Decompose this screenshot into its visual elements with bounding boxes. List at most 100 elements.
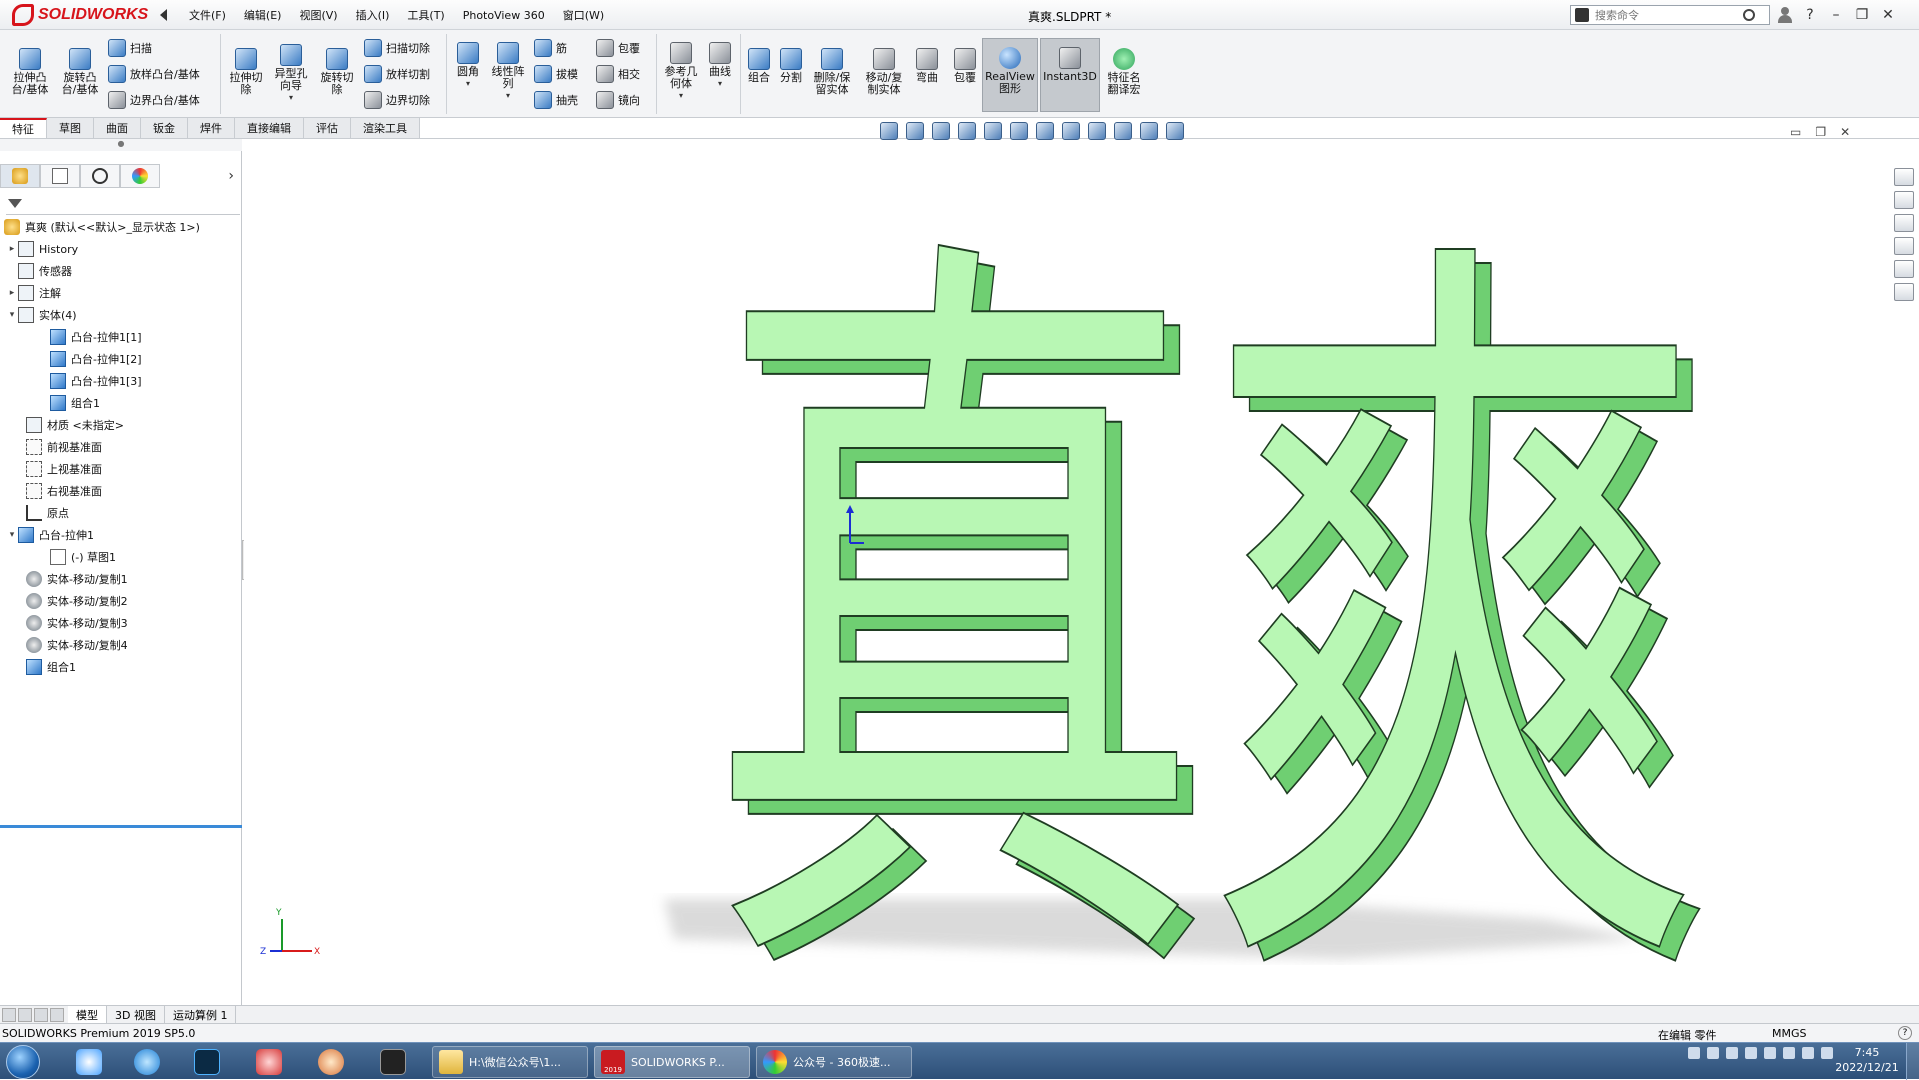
menu-tools[interactable]: 工具(T)	[398, 7, 453, 23]
menu-collapse-arrow-icon[interactable]	[160, 9, 167, 21]
revolve-boss-button[interactable]: 旋转凸台/基体	[58, 48, 102, 96]
display-style-icon[interactable]	[1036, 122, 1054, 140]
tab-3d-views[interactable]: 3D 视图	[107, 1006, 165, 1023]
taskbar-task-browser[interactable]: 公众号 - 360极速...	[756, 1046, 912, 1078]
taskbar-pinned-app6[interactable]	[372, 1046, 414, 1078]
search-icon[interactable]	[1743, 9, 1755, 21]
first-tab-icon[interactable]	[2, 1007, 16, 1022]
restore-button[interactable]: ❐	[1854, 7, 1870, 23]
swept-cut-button[interactable]: 扫描切除	[364, 38, 430, 58]
tree-move-4[interactable]: 实体-移动/复制4	[26, 635, 128, 655]
combine-button[interactable]: 组合	[744, 48, 774, 84]
tree-history[interactable]: ▸ History	[6, 239, 78, 259]
dropdown-arrow-icon[interactable]: ▾	[289, 92, 293, 104]
tab-render-tools[interactable]: 渲染工具	[351, 118, 420, 138]
minimize-button[interactable]: –	[1828, 7, 1844, 23]
viewport-close-icon[interactable]: ✕	[1840, 125, 1850, 139]
shell-button[interactable]: 抽壳	[534, 90, 578, 110]
custom-properties-icon[interactable]	[1894, 283, 1914, 301]
extrude-boss-button[interactable]: 拉伸凸台/基体	[8, 48, 52, 96]
boundary-cut-button[interactable]: 边界切除	[364, 90, 430, 110]
more-tabs-chevron-icon[interactable]: ›	[228, 168, 234, 184]
tree-boss-extrude[interactable]: ▾ 凸台-拉伸1	[6, 525, 94, 545]
taskbar-pinned-app4[interactable]	[248, 1046, 290, 1078]
show-desktop-button[interactable]	[1906, 1043, 1919, 1080]
wrap-large-button[interactable]: 包覆	[950, 48, 980, 84]
reference-geometry-button[interactable]: 参考几何体 ▾	[660, 42, 702, 102]
expand-arrow-icon[interactable]: ▸	[6, 288, 18, 298]
taskbar-pinned-ie[interactable]	[126, 1046, 168, 1078]
taskbar-pinned-cloud[interactable]	[68, 1046, 110, 1078]
view-palette-icon[interactable]	[1894, 237, 1914, 255]
unit-system[interactable]: MMGS	[1772, 1027, 1807, 1040]
tray-app-icon[interactable]	[1726, 1047, 1738, 1059]
tree-top-plane[interactable]: 上视基准面	[26, 459, 102, 479]
next-tab-icon[interactable]	[34, 1007, 48, 1022]
help-button[interactable]: ?	[1802, 7, 1818, 23]
file-explorer-icon[interactable]	[1894, 214, 1914, 232]
rib-button[interactable]: 筋	[534, 38, 567, 58]
dropdown-arrow-icon[interactable]: ▾	[466, 78, 470, 90]
panel-splitter[interactable]: ●	[0, 139, 242, 151]
dropdown-arrow-icon[interactable]: ▾	[506, 90, 510, 102]
design-library-icon[interactable]	[1894, 191, 1914, 209]
split-button[interactable]: 分割	[776, 48, 806, 84]
tab-motion-study[interactable]: 运动算例 1	[165, 1006, 237, 1023]
tree-right-plane[interactable]: 右视基准面	[26, 481, 102, 501]
collapse-arrow-icon[interactable]: ▾	[6, 310, 18, 320]
prev-tab-icon[interactable]	[18, 1007, 32, 1022]
section-view-icon[interactable]	[958, 122, 976, 140]
tray-volume-icon[interactable]	[1783, 1047, 1795, 1059]
tree-move-1[interactable]: 实体-移动/复制1	[26, 569, 128, 589]
zoom-to-fit-icon[interactable]	[880, 122, 898, 140]
tree-sketch[interactable]: (-) 草图1	[50, 547, 116, 567]
menu-insert[interactable]: 插入(I)	[347, 7, 399, 23]
collapse-arrow-icon[interactable]: ▾	[6, 530, 18, 540]
tree-material[interactable]: 材质 <未指定>	[26, 415, 124, 435]
tree-filter[interactable]	[6, 195, 240, 215]
menu-view[interactable]: 视图(V)	[290, 7, 346, 23]
tab-surfaces[interactable]: 曲面	[94, 118, 141, 138]
tree-origin[interactable]: 原点	[26, 503, 69, 523]
tree-front-plane[interactable]: 前视基准面	[26, 437, 102, 457]
view-settings-icon[interactable]	[1140, 122, 1158, 140]
menu-photoview[interactable]: PhotoView 360	[454, 9, 554, 22]
tree-body-1[interactable]: 凸台-拉伸1[1]	[50, 327, 142, 347]
tree-move-2[interactable]: 实体-移动/复制2	[26, 591, 128, 611]
loft-button[interactable]: 放样凸台/基体	[108, 64, 200, 84]
tab-sheet-metal[interactable]: 钣金	[141, 118, 188, 138]
hide-show-items-icon[interactable]	[1062, 122, 1080, 140]
tray-security-icon[interactable]	[1745, 1047, 1757, 1059]
expand-arrow-icon[interactable]: ▸	[6, 244, 18, 254]
boundary-boss-button[interactable]: 边界凸台/基体	[108, 90, 200, 110]
close-button[interactable]: ✕	[1880, 7, 1896, 23]
tab-features[interactable]: 特征	[0, 118, 47, 138]
command-search[interactable]	[1570, 5, 1770, 25]
tree-solid-bodies[interactable]: ▾ 实体(4)	[6, 305, 77, 325]
curves-button[interactable]: 曲线 ▾	[704, 42, 736, 90]
view-orientation-icon[interactable]	[1010, 122, 1028, 140]
draft-button[interactable]: 拔模	[534, 64, 578, 84]
taskbar-pinned-app5[interactable]	[310, 1046, 352, 1078]
last-tab-icon[interactable]	[50, 1007, 64, 1022]
tray-keyboard-icon[interactable]	[1688, 1047, 1700, 1059]
search-input[interactable]	[1593, 7, 1733, 23]
instant3d-button[interactable]: Instant3D	[1040, 38, 1100, 112]
property-manager-tab[interactable]	[40, 164, 80, 188]
solidworks-logo[interactable]: SOLIDWORKS	[0, 0, 156, 30]
viewport-minimize-icon[interactable]: ▭	[1790, 125, 1801, 139]
menu-edit[interactable]: 编辑(E)	[235, 7, 291, 23]
tab-sketch[interactable]: 草图	[47, 118, 94, 138]
feature-manager-tab[interactable]	[0, 164, 40, 188]
hole-wizard-button[interactable]: 异型孔向导 ▾	[270, 44, 312, 104]
dropdown-arrow-icon[interactable]: ▾	[718, 78, 722, 90]
tab-evaluate[interactable]: 评估	[304, 118, 351, 138]
tab-weldments[interactable]: 焊件	[188, 118, 235, 138]
previous-view-icon[interactable]	[932, 122, 950, 140]
edit-appearance-icon[interactable]	[1088, 122, 1106, 140]
start-button[interactable]	[6, 1045, 40, 1079]
status-help-icon[interactable]: ?	[1898, 1026, 1912, 1040]
intersect-button[interactable]: 相交	[596, 64, 640, 84]
dropdown-arrow-icon[interactable]: ▾	[679, 90, 683, 102]
tree-body-4[interactable]: 组合1	[50, 393, 100, 413]
